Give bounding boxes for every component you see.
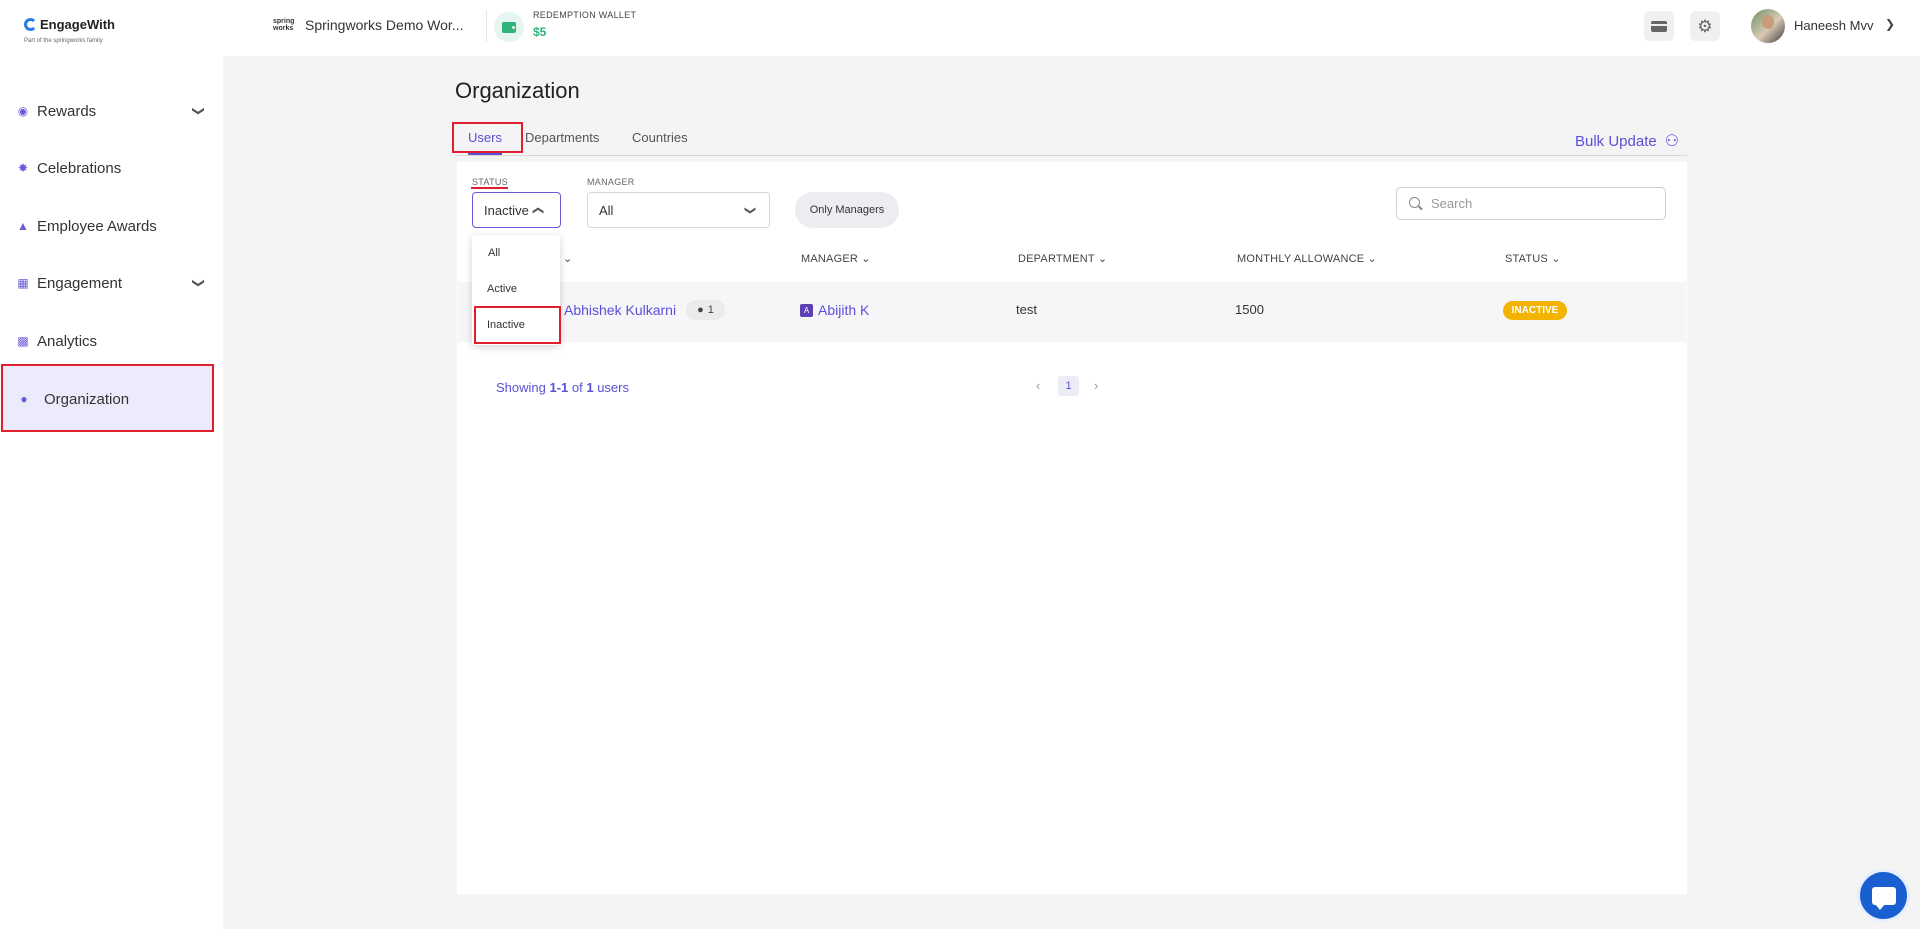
sidebar-item-label: Organization [44, 390, 130, 408]
workspace-switcher[interactable]: spring works Springworks Demo Wor... [273, 17, 463, 33]
gear-icon: ⚙ [1697, 16, 1713, 36]
manager-name-link[interactable]: Abijith K [818, 302, 869, 318]
user-name[interactable]: Haneesh Mvv [1794, 18, 1873, 33]
users-edit-icon: ⚇ [1664, 133, 1680, 150]
user-name-link[interactable]: Abhishek Kulkarni [564, 302, 676, 318]
active-tab-indicator [468, 153, 502, 155]
direct-reports-chip: ● 1 [686, 300, 725, 320]
wallet-label: REDEMPTION WALLET [533, 10, 637, 20]
chat-support-button[interactable] [1857, 869, 1910, 922]
column-header-manager[interactable]: MANAGER ⌄ [801, 252, 871, 265]
chevron-up-icon: ❯ [531, 205, 544, 215]
page-title: Organization [455, 78, 580, 103]
tab-users[interactable]: Users [468, 130, 502, 145]
column-header-monthly-allowance[interactable]: MONTHLY ALLOWANCE ⌄ [1237, 252, 1377, 265]
user-avatar[interactable] [1751, 9, 1785, 43]
status-option-all[interactable]: All [488, 247, 500, 259]
sidebar-item-label: Analytics [37, 332, 98, 350]
status-filter-label: STATUS [472, 177, 508, 187]
bar-chart-icon: ▩ [17, 334, 29, 348]
sidebar-item-organization[interactable]: ● Organization [1, 366, 214, 432]
engagement-icon: ▦ [17, 276, 29, 290]
tab-bar: Users Departments Countries [455, 122, 1687, 156]
top-bar: EngageWith Part of the springworks famil… [0, 0, 1920, 56]
manager-avatar: A [800, 304, 813, 317]
status-select-value: Inactive [484, 202, 529, 218]
manager-filter-label: MANAGER [587, 177, 635, 187]
status-option-active[interactable]: Active [487, 283, 517, 295]
party-popper-icon: ✸ [17, 161, 29, 175]
trophy-icon: ▲ [17, 219, 29, 233]
workspace-logo: spring works [273, 18, 295, 32]
column-header-status[interactable]: STATUS ⌄ [1505, 252, 1561, 265]
tab-countries[interactable]: Countries [632, 130, 688, 145]
column-header-department[interactable]: DEPARTMENT ⌄ [1018, 252, 1107, 265]
manager-select-value: All [599, 202, 614, 218]
status-label-underline [471, 187, 508, 189]
status-option-inactive[interactable]: Inactive [487, 319, 525, 331]
chevron-right-icon[interactable]: › [1094, 378, 1098, 393]
people-icon: ● [697, 304, 704, 316]
sidebar-item-engagement[interactable]: ▦ Engagement ❯ [0, 263, 223, 303]
sidebar-item-label: Celebrations [37, 159, 122, 177]
chevron-left-icon[interactable]: ‹ [1036, 378, 1040, 393]
chevron-down-icon[interactable]: ❯ [192, 278, 206, 288]
workspace-name: Springworks Demo Wor... [305, 17, 464, 33]
sidebar-item-rewards[interactable]: ◉ Rewards ❯ [0, 91, 223, 131]
sidebar-item-label: Rewards [37, 102, 97, 120]
search-placeholder: Search [1431, 196, 1473, 211]
bulk-update-label: Bulk Update [1575, 132, 1657, 150]
page-button-1[interactable]: 1 [1058, 376, 1079, 396]
billing-button[interactable] [1644, 11, 1674, 41]
engagewith-logo-icon [24, 18, 37, 31]
search-icon [1409, 197, 1420, 208]
settings-button[interactable]: ⚙ [1690, 11, 1720, 41]
only-managers-toggle[interactable]: Only Managers [795, 192, 899, 228]
chevron-down-icon: ❯ [743, 205, 756, 215]
chevron-down-icon[interactable]: ❯ [1885, 17, 1895, 31]
users-panel [457, 162, 1687, 894]
status-select[interactable]: Inactive ❯ [472, 192, 561, 228]
sidebar-item-celebrations[interactable]: ✸ Celebrations [0, 148, 223, 188]
sidebar-item-employee-awards[interactable]: ▲ Employee Awards [0, 206, 223, 246]
sidebar-item-analytics[interactable]: ▩ Analytics [0, 321, 223, 361]
status-badge: INACTIVE [1503, 301, 1567, 320]
brand-name: EngageWith [40, 17, 115, 32]
sidebar-item-label: Engagement [37, 274, 123, 292]
wallet-icon [494, 12, 524, 42]
brand-logo[interactable]: EngageWith Part of the springworks famil… [24, 17, 115, 44]
search-input[interactable]: Search [1396, 187, 1666, 220]
tab-departments[interactable]: Departments [525, 130, 599, 145]
top-divider [486, 10, 487, 42]
sidebar: ◉ Rewards ❯ ✸ Celebrations ▲ Employee Aw… [0, 56, 223, 929]
manager-select[interactable]: All ❯ [587, 192, 770, 228]
name-column-sort-icon[interactable]: ⌄ [563, 252, 572, 265]
sidebar-item-label: Employee Awards [37, 217, 157, 235]
chevron-down-icon[interactable]: ❯ [192, 106, 206, 116]
bulk-update-button[interactable]: Bulk Update ⚇ [1575, 131, 1679, 151]
direct-reports-count: 1 [707, 304, 714, 316]
allowance-cell: 1500 [1235, 302, 1264, 317]
people-icon: ● [20, 392, 28, 406]
wallet-value: $5 [533, 25, 547, 39]
status-dropdown-menu: All Active Inactive [472, 235, 560, 345]
pagination-summary: Showing 1-1 of 1 users [496, 380, 629, 395]
medal-icon: ◉ [17, 104, 29, 118]
credit-card-icon [1651, 20, 1667, 32]
chat-bubble-icon [1871, 886, 1896, 910]
brand-tagline: Part of the springworks family [24, 38, 103, 44]
department-cell: test [1016, 302, 1037, 317]
